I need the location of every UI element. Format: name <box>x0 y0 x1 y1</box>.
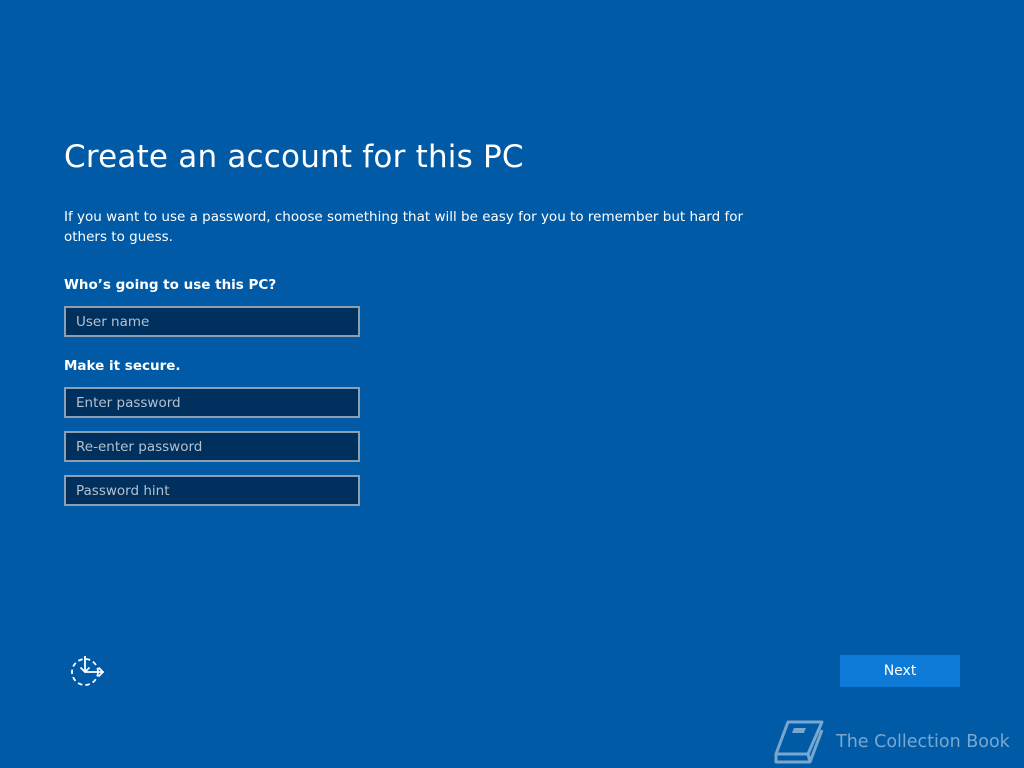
security-section-label: Make it secure. <box>64 358 181 374</box>
book-icon <box>774 720 824 764</box>
reenter-password-input[interactable] <box>64 431 360 462</box>
ease-of-access-button[interactable] <box>68 654 106 688</box>
watermark-text: The Collection Book <box>836 732 1010 752</box>
user-section-label: Who’s going to use this PC? <box>64 277 277 293</box>
password-hint-input[interactable] <box>64 475 360 506</box>
oobe-account-screen: Create an account for this PC If you wan… <box>0 0 1024 768</box>
ease-of-access-icon <box>71 656 105 686</box>
password-input[interactable] <box>64 387 360 418</box>
page-description: If you want to use a password, choose so… <box>64 209 744 245</box>
page-title: Create an account for this PC <box>64 139 524 175</box>
username-input[interactable] <box>64 306 360 337</box>
next-button[interactable]: Next <box>840 655 960 687</box>
watermark: The Collection Book <box>772 718 1010 766</box>
